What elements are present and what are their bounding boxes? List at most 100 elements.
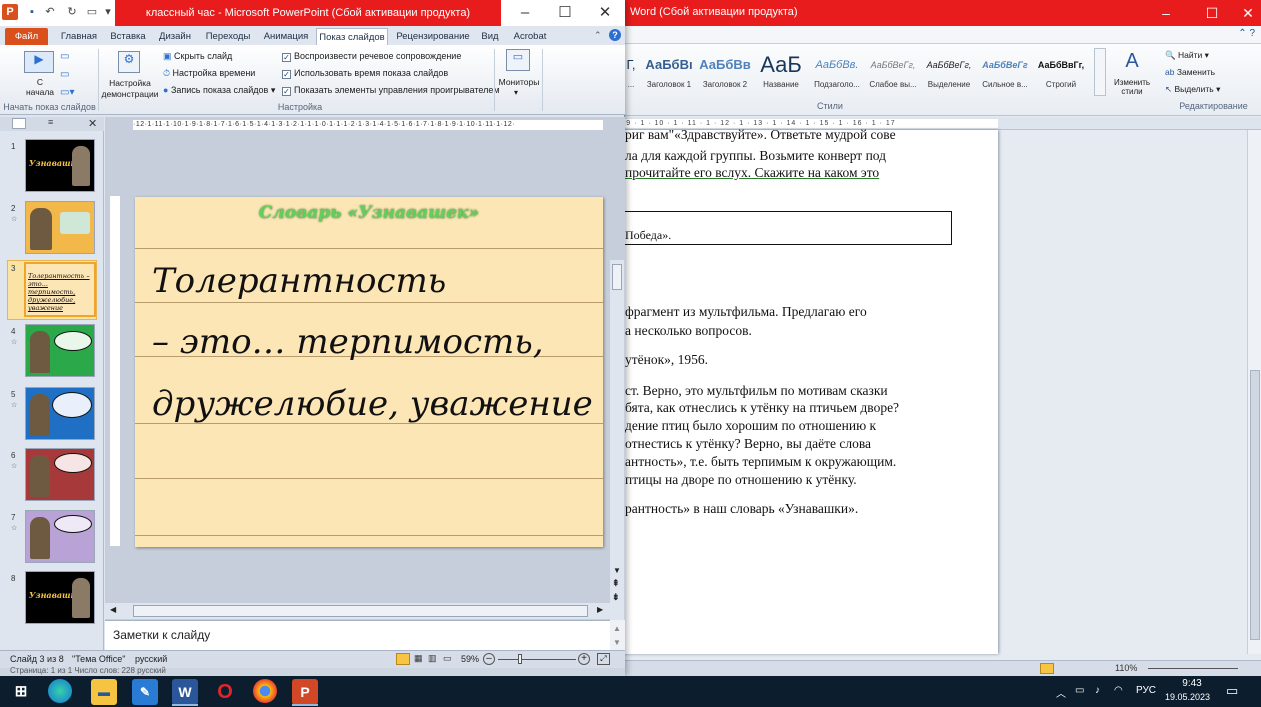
clock-date[interactable]: 19.05.2023 (1165, 692, 1210, 702)
language-indicator[interactable]: русский (135, 654, 167, 664)
slide-thumbnail-2[interactable]: 2 ☆ (0, 201, 104, 261)
scroll-down-arrow-icon[interactable]: ▼ (613, 566, 621, 575)
powerpoint-taskbar-icon[interactable]: P (292, 679, 318, 705)
zoom-slider[interactable] (498, 659, 576, 660)
tab-transitions[interactable]: Переходы (200, 28, 256, 45)
word-help-icon[interactable]: ⌃ ? (1238, 28, 1255, 39)
hide-slide-button[interactable]: ▣ Скрыть слайд (163, 51, 232, 62)
notes-pane[interactable]: Заметки к слайду (105, 620, 610, 650)
volume-icon[interactable]: ♪ (1095, 685, 1100, 696)
help-icon[interactable]: ? (609, 29, 621, 41)
slide-thumbnail-8[interactable]: 8 Узнавашки (0, 571, 104, 631)
slide-title[interactable]: Словарь «Узнавашек» (135, 203, 603, 223)
fit-to-window-icon[interactable]: ⤢ (597, 653, 610, 665)
scroll-left-arrow-icon[interactable]: ◀ (110, 605, 116, 614)
slide-thumbnail-7[interactable]: 7 ☆ (0, 510, 104, 570)
slide-thumbnail-1[interactable]: 1 Узнавашки (0, 139, 104, 199)
keyboard-language[interactable]: РУС (1136, 685, 1156, 696)
slide-text-line[interactable]: Толерантность (152, 261, 446, 301)
word-style-intense[interactable]: АаБбВеГг Сильное в... (978, 50, 1032, 96)
word-close-button[interactable]: ✕ (1235, 0, 1261, 26)
slide-thumbnail-4[interactable]: 4 ☆ (0, 324, 104, 384)
play-narrations-checkbox[interactable]: ✓ Воспроизвести речевое сопровождение (282, 51, 461, 62)
ppt-maximize-button[interactable]: ☐ (545, 0, 585, 26)
select-button[interactable]: ↖ Выделить ▾ (1165, 84, 1220, 95)
tab-review[interactable]: Рецензирование (392, 28, 474, 45)
monitors-button[interactable]: Мониторы (496, 77, 542, 87)
undo-icon[interactable]: ↶ (42, 4, 58, 20)
styles-scroll[interactable] (1094, 48, 1106, 96)
notes-scroll-down-icon[interactable]: ▼ (613, 638, 621, 647)
use-timings-checkbox[interactable]: ✓ Использовать время показа слайдов (282, 68, 448, 79)
word-style-title[interactable]: АаБ Название (754, 50, 808, 96)
find-button[interactable]: 🔍 Найти ▾ (1165, 50, 1209, 61)
zoom-in-icon[interactable]: + (578, 653, 590, 665)
word-style-heading1[interactable]: АаБбВı Заголовок 1 (642, 50, 696, 96)
slide-vertical-scrollbar[interactable]: ▼ ⇞ ⇟ (610, 260, 624, 620)
slide-text-line[interactable]: – это… терпимость, (152, 322, 544, 362)
redo-icon[interactable]: ↻ (64, 4, 80, 20)
minimize-ribbon-icon[interactable]: ⌃ (594, 30, 602, 41)
scroll-thumb[interactable] (612, 264, 622, 290)
word-scroll-thumb[interactable] (1250, 370, 1260, 640)
tray-chevron-icon[interactable]: ︿ (1056, 685, 1066, 700)
record-button[interactable]: ● Запись показа слайдов ▾ (163, 85, 275, 96)
slide-thumbnail-6[interactable]: 6 ☆ (0, 448, 104, 508)
zoom-level[interactable]: 59% (461, 654, 479, 664)
from-start-button[interactable]: С начала (22, 77, 58, 97)
opera-icon[interactable]: O (212, 679, 238, 705)
tab-insert[interactable]: Вставка (106, 28, 150, 45)
zoom-out-icon[interactable]: – (483, 653, 495, 665)
word-document-page[interactable]: риг вам"«Здравствуйте». Ответьте мудрой … (620, 127, 998, 654)
slide-thumbnail-5[interactable]: 5 ☆ (0, 387, 104, 447)
ppt-close-button[interactable]: ✕ (585, 0, 625, 26)
quick-access-icon[interactable]: ▭ (84, 4, 100, 20)
close-panel-icon[interactable]: ✕ (88, 117, 97, 130)
previous-slide-icon[interactable]: ⇞ (612, 578, 620, 589)
tab-home[interactable]: Главная (56, 28, 102, 45)
slide-thumbnail-3[interactable]: 3 Толерантность – это... терпимость, дру… (0, 260, 104, 321)
start-icon[interactable]: ⊞ (8, 679, 34, 705)
word-taskbar-icon[interactable]: W (172, 679, 198, 705)
print-layout-icon[interactable] (1040, 663, 1054, 674)
monitors-dropdown-icon[interactable]: ▾ (514, 88, 518, 97)
zoom-slider-thumb[interactable] (518, 654, 522, 664)
word-style-emphasis[interactable]: АаБбВеГг, Выделение (922, 50, 976, 96)
custom-show-icon[interactable]: ▭▾ (60, 87, 74, 98)
word-zoom-slider[interactable] (1148, 668, 1238, 669)
current-slide[interactable]: Словарь «Узнавашек» Толерантность – это…… (135, 197, 603, 547)
word-style-strong[interactable]: АаБбВвГг, Строгий (1034, 50, 1088, 96)
battery-icon[interactable]: ▭ (1075, 685, 1084, 696)
tab-animation[interactable]: Анимация (259, 28, 313, 45)
slide-text-line[interactable]: дружелюбие, уважение (152, 384, 593, 424)
notes-scrollbar[interactable]: ▲ ▼ (610, 620, 625, 650)
ppt-minimize-button[interactable]: – (505, 0, 545, 26)
clock-time[interactable]: 9:43 (1180, 678, 1204, 689)
replace-button[interactable]: ab Заменить (1165, 67, 1215, 77)
tab-design[interactable]: Дизайн (153, 28, 197, 45)
chrome-icon[interactable] (253, 679, 277, 703)
slideshow-view-icon[interactable]: ▭ (443, 653, 452, 664)
notes-scroll-up-icon[interactable]: ▲ (613, 624, 621, 633)
tab-file[interactable]: Файл (5, 28, 48, 45)
show-controls-checkbox[interactable]: ✓ Показать элементы управления проигрыват… (282, 85, 500, 96)
word-maximize-button[interactable]: ☐ (1189, 0, 1235, 26)
slide-sorter-icon[interactable]: ▦ (414, 653, 423, 664)
tab-slide-show[interactable]: Показ слайдов (316, 28, 388, 45)
save-icon[interactable]: ▪ (24, 4, 40, 20)
word-minimize-button[interactable]: – (1143, 0, 1189, 26)
rehearse-button[interactable]: ⏱ Настройка времени (163, 68, 255, 79)
change-styles-button[interactable]: Изменить стили (1110, 78, 1154, 96)
notifications-icon[interactable]: ▭ (1226, 683, 1238, 699)
scroll-right-arrow-icon[interactable]: ▶ (597, 605, 603, 614)
word-style-subtitle[interactable]: АаБбВв. Подзаголо... (810, 50, 864, 96)
file-explorer-icon[interactable]: ▬ (91, 679, 117, 705)
word-style-heading2[interactable]: АаБбВв Заголовок 2 (698, 50, 752, 96)
setup-show-button[interactable]: Настройка демонстрации (100, 78, 160, 100)
outline-tab-icon[interactable]: ≡ (48, 117, 53, 127)
wifi-icon[interactable]: ◠ (1114, 685, 1123, 696)
word-style-subtle[interactable]: АаБбВеГг, Слабое вы... (866, 50, 920, 96)
slide-horizontal-scrollbar[interactable]: ◀ ▶ (105, 603, 610, 619)
word-vertical-scrollbar[interactable] (1247, 130, 1261, 654)
tab-acrobat[interactable]: Acrobat (508, 28, 552, 45)
